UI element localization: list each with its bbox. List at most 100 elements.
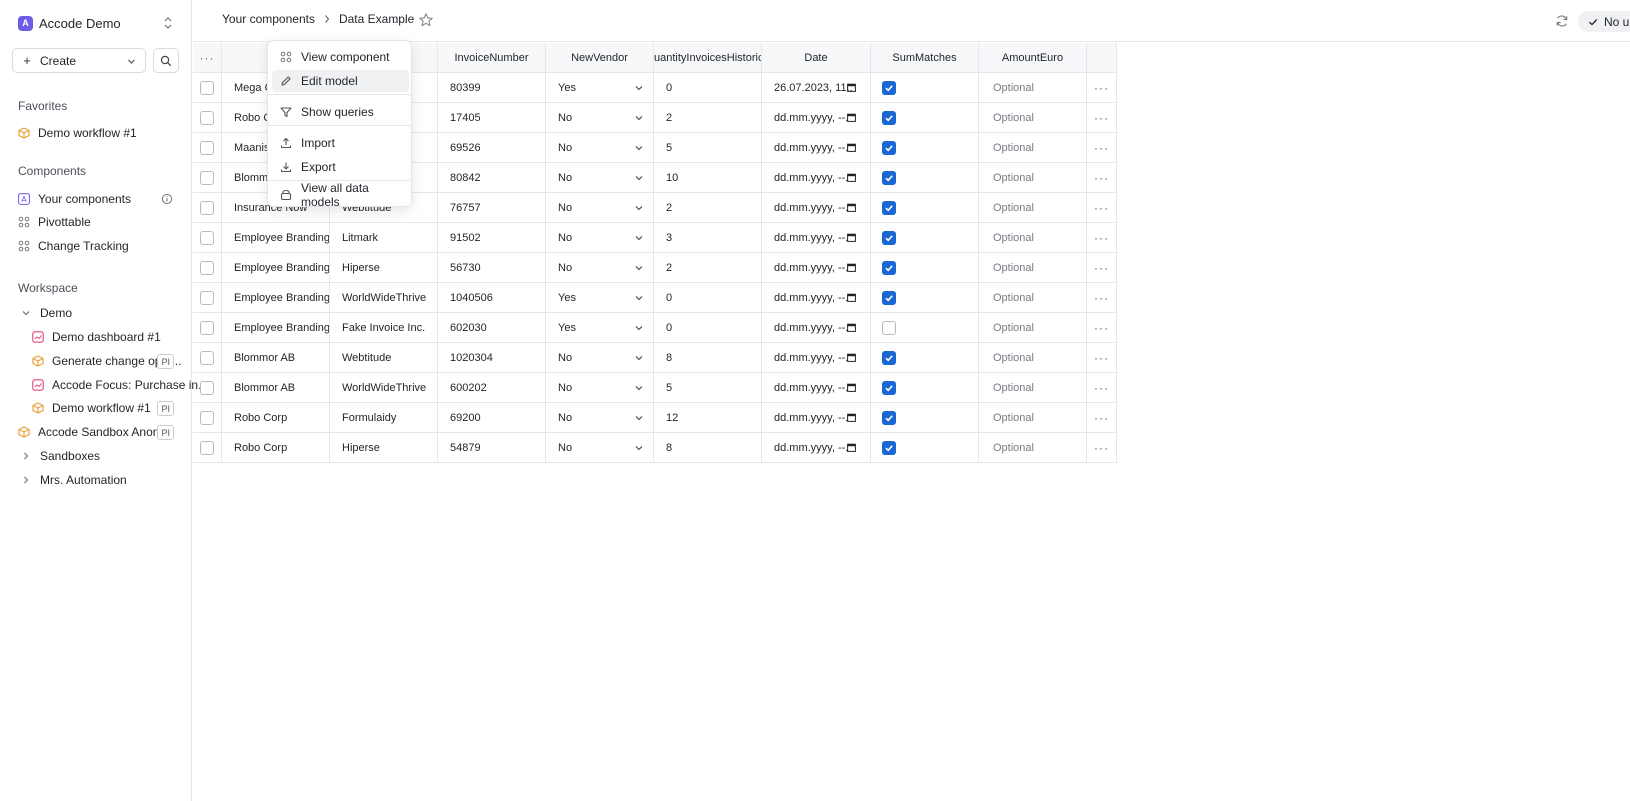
- date-input[interactable]: 26.07.2023, 11.:: [762, 73, 870, 102]
- tree-item-accode-sandbox-anon[interactable]: Accode Sandbox Anon PI: [18, 421, 174, 443]
- row-more-button[interactable]: ···: [1087, 283, 1116, 312]
- amount-euro-input[interactable]: Optional: [979, 253, 1086, 282]
- sum-matches-checkbox[interactable]: [882, 230, 896, 245]
- search-button[interactable]: [153, 48, 179, 73]
- breadcrumb-parent[interactable]: Your components: [222, 12, 315, 26]
- company-cell[interactable]: Employee Branding: [222, 223, 330, 253]
- quantity-cell[interactable]: 10: [654, 163, 762, 193]
- row-checkbox[interactable]: [200, 230, 214, 245]
- quantity-cell[interactable]: 0: [654, 313, 762, 343]
- menu-item-export[interactable]: Export: [272, 156, 409, 178]
- sum-matches-checkbox[interactable]: [882, 110, 896, 125]
- new-vendor-select[interactable]: No: [546, 103, 653, 132]
- row-more-button[interactable]: ···: [1087, 343, 1116, 372]
- amount-euro-input[interactable]: Optional: [979, 433, 1086, 462]
- info-icon[interactable]: [161, 193, 173, 205]
- select-all-menu[interactable]: ···: [193, 43, 222, 73]
- amount-euro-input[interactable]: Optional: [979, 313, 1086, 342]
- sum-matches-checkbox[interactable]: [882, 410, 896, 425]
- company-cell[interactable]: Employee Branding: [222, 253, 330, 283]
- company-cell[interactable]: Employee Branding: [222, 313, 330, 343]
- chevron-right-icon[interactable]: [20, 450, 32, 462]
- row-more-button[interactable]: ···: [1087, 313, 1116, 342]
- column-header-quantity-invoices[interactable]: QuantityInvoicesHistorica: [654, 43, 762, 73]
- tree-item-demo-dashboard[interactable]: Demo dashboard #1: [32, 326, 174, 348]
- menu-item-view-component[interactable]: View component: [272, 46, 409, 68]
- amount-euro-input[interactable]: Optional: [979, 283, 1086, 312]
- new-vendor-select[interactable]: No: [546, 133, 653, 162]
- status-chip[interactable]: No ur: [1578, 11, 1630, 32]
- chevron-down-icon[interactable]: [20, 307, 32, 319]
- workspace-switcher[interactable]: A Accode Demo: [12, 12, 177, 34]
- column-header-amount-euro[interactable]: AmountEuro: [979, 43, 1087, 73]
- new-vendor-select[interactable]: Yes: [546, 283, 653, 312]
- row-more-button[interactable]: ···: [1087, 163, 1116, 192]
- tree-item-sandboxes[interactable]: Sandboxes: [20, 445, 170, 467]
- new-vendor-select[interactable]: No: [546, 163, 653, 192]
- row-more-button[interactable]: ···: [1087, 253, 1116, 282]
- sum-matches-checkbox[interactable]: [882, 440, 896, 455]
- row-more-button[interactable]: ···: [1087, 433, 1116, 462]
- row-checkbox[interactable]: [200, 80, 214, 95]
- invoice-number-cell[interactable]: 91502: [438, 223, 546, 253]
- vendor-cell[interactable]: WorldWideThrive: [330, 373, 438, 403]
- row-checkbox[interactable]: [200, 200, 214, 215]
- tree-item-generate-change[interactable]: Generate change oper... PI: [32, 350, 181, 372]
- sum-matches-checkbox[interactable]: [882, 260, 896, 275]
- amount-euro-input[interactable]: Optional: [979, 343, 1086, 372]
- sum-matches-checkbox[interactable]: [882, 320, 896, 335]
- amount-euro-input[interactable]: Optional: [979, 193, 1086, 222]
- tree-item-accode-focus[interactable]: Accode Focus: Purchase in...: [32, 374, 208, 396]
- quantity-cell[interactable]: 3: [654, 223, 762, 253]
- column-header-date[interactable]: Date: [762, 43, 871, 73]
- new-vendor-select[interactable]: No: [546, 253, 653, 282]
- tree-item-demo-workflow[interactable]: Demo workflow #1 PI: [32, 397, 174, 419]
- invoice-number-cell[interactable]: 600202: [438, 373, 546, 403]
- create-button[interactable]: + Create: [12, 48, 146, 73]
- components-item-change-tracking[interactable]: Change Tracking: [18, 235, 173, 257]
- row-more-button[interactable]: ···: [1087, 73, 1116, 102]
- row-checkbox[interactable]: [200, 110, 214, 125]
- vendor-cell[interactable]: Webtitude: [330, 343, 438, 373]
- quantity-cell[interactable]: 2: [654, 103, 762, 133]
- amount-euro-input[interactable]: Optional: [979, 103, 1086, 132]
- company-cell[interactable]: Robo Corp: [222, 403, 330, 433]
- quantity-cell[interactable]: 0: [654, 73, 762, 103]
- row-more-button[interactable]: ···: [1087, 133, 1116, 162]
- column-header-new-vendor[interactable]: NewVendor: [546, 43, 654, 73]
- vendor-cell[interactable]: Hiperse: [330, 433, 438, 463]
- invoice-number-cell[interactable]: 1020304: [438, 343, 546, 373]
- company-cell[interactable]: Blommor AB: [222, 373, 330, 403]
- sum-matches-checkbox[interactable]: [882, 350, 896, 365]
- invoice-number-cell[interactable]: 56730: [438, 253, 546, 283]
- quantity-cell[interactable]: 2: [654, 253, 762, 283]
- row-checkbox[interactable]: [200, 290, 214, 305]
- invoice-number-cell[interactable]: 76757: [438, 193, 546, 223]
- row-checkbox[interactable]: [200, 320, 214, 335]
- invoice-number-cell[interactable]: 80842: [438, 163, 546, 193]
- sum-matches-checkbox[interactable]: [882, 140, 896, 155]
- date-input[interactable]: dd.mm.yyyy, --.: [762, 313, 870, 342]
- amount-euro-input[interactable]: Optional: [979, 73, 1086, 102]
- new-vendor-select[interactable]: No: [546, 223, 653, 252]
- favorite-item-demo-workflow[interactable]: Demo workflow #1: [18, 122, 178, 144]
- chevron-right-icon[interactable]: [20, 474, 32, 486]
- quantity-cell[interactable]: 8: [654, 433, 762, 463]
- new-vendor-select[interactable]: No: [546, 343, 653, 372]
- new-vendor-select[interactable]: Yes: [546, 73, 653, 102]
- date-input[interactable]: dd.mm.yyyy, --.: [762, 433, 870, 462]
- date-input[interactable]: dd.mm.yyyy, --.: [762, 253, 870, 282]
- date-input[interactable]: dd.mm.yyyy, --.: [762, 133, 870, 162]
- invoice-number-cell[interactable]: 602030: [438, 313, 546, 343]
- invoice-number-cell[interactable]: 69200: [438, 403, 546, 433]
- sum-matches-checkbox[interactable]: [882, 80, 896, 95]
- quantity-cell[interactable]: 5: [654, 373, 762, 403]
- amount-euro-input[interactable]: Optional: [979, 133, 1086, 162]
- date-input[interactable]: dd.mm.yyyy, --.: [762, 223, 870, 252]
- sum-matches-checkbox[interactable]: [882, 170, 896, 185]
- new-vendor-select[interactable]: No: [546, 373, 653, 402]
- date-input[interactable]: dd.mm.yyyy, --.: [762, 403, 870, 432]
- row-checkbox[interactable]: [200, 140, 214, 155]
- more-options-button[interactable]: ···: [393, 13, 409, 29]
- amount-euro-input[interactable]: Optional: [979, 373, 1086, 402]
